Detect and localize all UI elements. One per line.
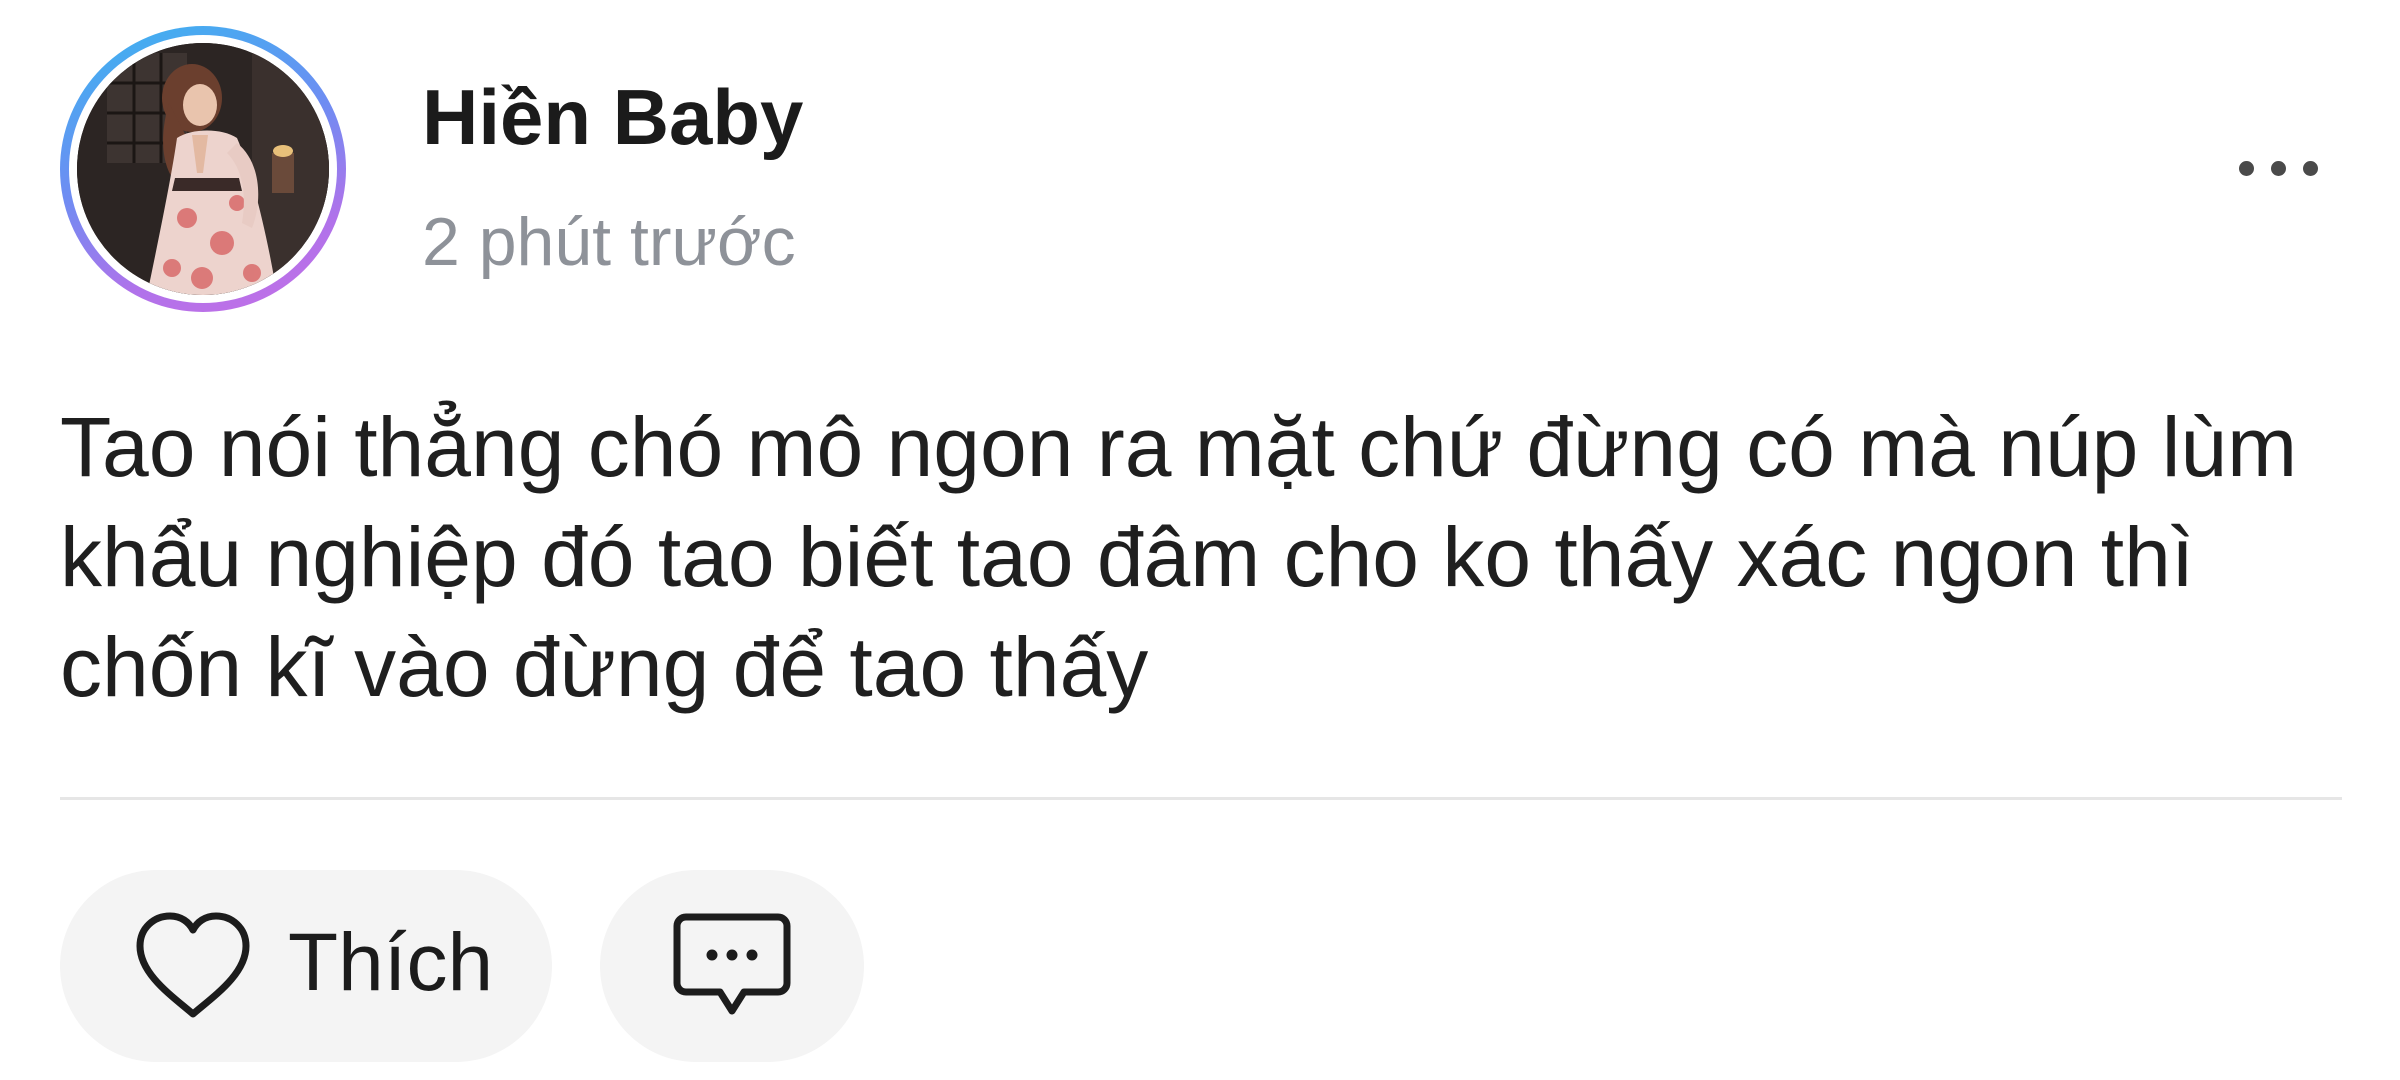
post-body-text: Tao nói thẳng chó mô ngon ra mặt chứ đừn…	[60, 400, 2298, 714]
comment-button[interactable]	[600, 870, 864, 1062]
like-button[interactable]: Thích	[60, 870, 552, 1062]
post-timestamp: 2 phút trước	[422, 204, 796, 280]
avatar-story-ring[interactable]	[60, 26, 346, 312]
author-name[interactable]: Hiền Baby	[422, 78, 803, 156]
comment-bubble-icon	[673, 913, 791, 1015]
more-horizontal-icon	[2238, 160, 2254, 176]
heart-outline-icon	[136, 912, 250, 1018]
more-horizontal-icon-dot	[2302, 160, 2318, 176]
more-options-button[interactable]	[2228, 148, 2328, 188]
more-horizontal-icon-dot	[2270, 160, 2286, 176]
profile-photo-image	[77, 43, 329, 295]
like-label: Thích	[288, 917, 494, 1008]
avatar-photo	[77, 43, 329, 295]
avatar[interactable]	[69, 35, 337, 303]
post-card: Hiền Baby 2 phút trước Tao nói thẳng chó…	[0, 0, 2400, 1080]
divider	[60, 797, 2342, 800]
